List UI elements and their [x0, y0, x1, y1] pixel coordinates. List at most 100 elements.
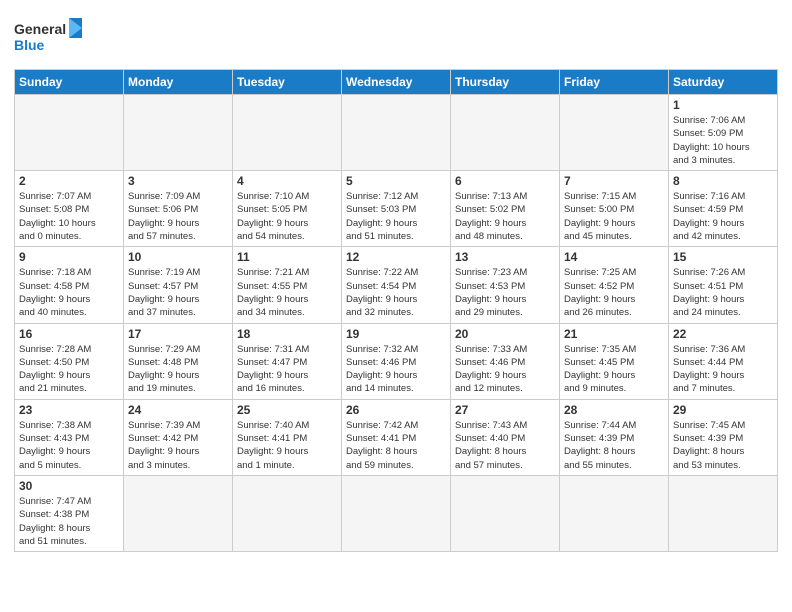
calendar-cell: 9Sunrise: 7:18 AM Sunset: 4:58 PM Daylig…	[15, 247, 124, 323]
calendar-cell	[124, 475, 233, 551]
day-info: Sunrise: 7:13 AM Sunset: 5:02 PM Dayligh…	[455, 190, 555, 243]
day-info: Sunrise: 7:28 AM Sunset: 4:50 PM Dayligh…	[19, 343, 119, 396]
day-info: Sunrise: 7:10 AM Sunset: 5:05 PM Dayligh…	[237, 190, 337, 243]
calendar-cell: 24Sunrise: 7:39 AM Sunset: 4:42 PM Dayli…	[124, 399, 233, 475]
calendar-cell	[233, 95, 342, 171]
day-info: Sunrise: 7:09 AM Sunset: 5:06 PM Dayligh…	[128, 190, 228, 243]
day-number: 2	[19, 174, 119, 188]
week-row-2: 2 Sunrise: 7:07 AM Sunset: 5:08 PM Daylig…	[15, 171, 778, 247]
day-info: Sunrise: 7:07 AM Sunset: 5:08 PM Dayligh…	[19, 190, 119, 243]
day-info: Sunrise: 7:16 AM Sunset: 4:59 PM Dayligh…	[673, 190, 773, 243]
days-of-week-row: SundayMondayTuesdayWednesdayThursdayFrid…	[15, 70, 778, 95]
day-info: Sunrise: 7:44 AM Sunset: 4:39 PM Dayligh…	[564, 419, 664, 472]
day-number: 5	[346, 174, 446, 188]
day-info: Sunrise: 7:26 AM Sunset: 4:51 PM Dayligh…	[673, 266, 773, 319]
calendar-cell: 2 Sunrise: 7:07 AM Sunset: 5:08 PM Daylig…	[15, 171, 124, 247]
svg-text:Blue: Blue	[14, 37, 45, 53]
day-number: 8	[673, 174, 773, 188]
day-header-tuesday: Tuesday	[233, 70, 342, 95]
day-number: 27	[455, 403, 555, 417]
calendar-cell	[560, 95, 669, 171]
day-number: 3	[128, 174, 228, 188]
day-number: 6	[455, 174, 555, 188]
calendar-cell: 25 Sunrise: 7:40 AM Sunset: 4:41 PM Dayli…	[233, 399, 342, 475]
calendar-cell: 3 Sunrise: 7:09 AM Sunset: 5:06 PM Daylig…	[124, 171, 233, 247]
day-header-wednesday: Wednesday	[342, 70, 451, 95]
day-info: Sunrise: 7:23 AM Sunset: 4:53 PM Dayligh…	[455, 266, 555, 319]
calendar-cell: 18 Sunrise: 7:31 AM Sunset: 4:47 PM Dayli…	[233, 323, 342, 399]
day-number: 22	[673, 327, 773, 341]
day-info: Sunrise: 7:32 AM Sunset: 4:46 PM Dayligh…	[346, 343, 446, 396]
calendar-cell: 7 Sunrise: 7:15 AM Sunset: 5:00 PM Daylig…	[560, 171, 669, 247]
day-info: Sunrise: 7:33 AM Sunset: 4:46 PM Dayligh…	[455, 343, 555, 396]
calendar-cell: 20 Sunrise: 7:33 AM Sunset: 4:46 PM Dayli…	[451, 323, 560, 399]
week-row-5: 23 Sunrise: 7:38 AM Sunset: 4:43 PM Dayli…	[15, 399, 778, 475]
day-number: 16	[19, 327, 119, 341]
calendar-cell: 30Sunrise: 7:47 AM Sunset: 4:38 PM Dayli…	[15, 475, 124, 551]
calendar-cell: 17Sunrise: 7:29 AM Sunset: 4:48 PM Dayli…	[124, 323, 233, 399]
day-info: Sunrise: 7:25 AM Sunset: 4:52 PM Dayligh…	[564, 266, 664, 319]
calendar-cell: 23 Sunrise: 7:38 AM Sunset: 4:43 PM Dayli…	[15, 399, 124, 475]
day-number: 14	[564, 250, 664, 264]
day-number: 20	[455, 327, 555, 341]
day-info: Sunrise: 7:29 AM Sunset: 4:48 PM Dayligh…	[128, 343, 228, 396]
calendar-cell: 13 Sunrise: 7:23 AM Sunset: 4:53 PM Dayli…	[451, 247, 560, 323]
calendar-cell: 8 Sunrise: 7:16 AM Sunset: 4:59 PM Daylig…	[669, 171, 778, 247]
calendar-page: General Blue SundayMondayTuesdayWednesda…	[0, 0, 792, 612]
calendar-cell: 22 Sunrise: 7:36 AM Sunset: 4:44 PM Dayli…	[669, 323, 778, 399]
day-number: 25	[237, 403, 337, 417]
calendar-cell	[560, 475, 669, 551]
day-number: 19	[346, 327, 446, 341]
day-info: Sunrise: 7:21 AM Sunset: 4:55 PM Dayligh…	[237, 266, 337, 319]
week-row-4: 16 Sunrise: 7:28 AM Sunset: 4:50 PM Dayli…	[15, 323, 778, 399]
day-info: Sunrise: 7:12 AM Sunset: 5:03 PM Dayligh…	[346, 190, 446, 243]
calendar-cell: 28 Sunrise: 7:44 AM Sunset: 4:39 PM Dayli…	[560, 399, 669, 475]
day-number: 18	[237, 327, 337, 341]
calendar-header: SundayMondayTuesdayWednesdayThursdayFrid…	[15, 70, 778, 95]
calendar-cell	[233, 475, 342, 551]
calendar-cell: 29Sunrise: 7:45 AM Sunset: 4:39 PM Dayli…	[669, 399, 778, 475]
week-row-3: 9Sunrise: 7:18 AM Sunset: 4:58 PM Daylig…	[15, 247, 778, 323]
calendar-cell: 14 Sunrise: 7:25 AM Sunset: 4:52 PM Dayli…	[560, 247, 669, 323]
day-info: Sunrise: 7:39 AM Sunset: 4:42 PM Dayligh…	[128, 419, 228, 472]
day-number: 23	[19, 403, 119, 417]
day-info: Sunrise: 7:19 AM Sunset: 4:57 PM Dayligh…	[128, 266, 228, 319]
calendar-cell	[342, 475, 451, 551]
day-number: 9	[19, 250, 119, 264]
day-number: 26	[346, 403, 446, 417]
day-number: 28	[564, 403, 664, 417]
calendar-cell	[451, 95, 560, 171]
day-number: 7	[564, 174, 664, 188]
day-header-saturday: Saturday	[669, 70, 778, 95]
day-number: 11	[237, 250, 337, 264]
day-info: Sunrise: 7:06 AM Sunset: 5:09 PM Dayligh…	[673, 114, 773, 167]
day-info: Sunrise: 7:35 AM Sunset: 4:45 PM Dayligh…	[564, 343, 664, 396]
calendar-cell	[669, 475, 778, 551]
day-info: Sunrise: 7:45 AM Sunset: 4:39 PM Dayligh…	[673, 419, 773, 472]
day-info: Sunrise: 7:36 AM Sunset: 4:44 PM Dayligh…	[673, 343, 773, 396]
day-number: 10	[128, 250, 228, 264]
header: General Blue	[14, 10, 778, 63]
day-info: Sunrise: 7:22 AM Sunset: 4:54 PM Dayligh…	[346, 266, 446, 319]
day-number: 1	[673, 98, 773, 112]
svg-text:General: General	[14, 21, 66, 37]
calendar-cell: 1 Sunrise: 7:06 AM Sunset: 5:09 PM Daylig…	[669, 95, 778, 171]
day-info: Sunrise: 7:15 AM Sunset: 5:00 PM Dayligh…	[564, 190, 664, 243]
day-info: Sunrise: 7:31 AM Sunset: 4:47 PM Dayligh…	[237, 343, 337, 396]
day-info: Sunrise: 7:38 AM Sunset: 4:43 PM Dayligh…	[19, 419, 119, 472]
week-row-1: 1 Sunrise: 7:06 AM Sunset: 5:09 PM Daylig…	[15, 95, 778, 171]
day-info: Sunrise: 7:42 AM Sunset: 4:41 PM Dayligh…	[346, 419, 446, 472]
day-info: Sunrise: 7:43 AM Sunset: 4:40 PM Dayligh…	[455, 419, 555, 472]
day-header-sunday: Sunday	[15, 70, 124, 95]
day-number: 12	[346, 250, 446, 264]
day-number: 13	[455, 250, 555, 264]
calendar-cell: 6 Sunrise: 7:13 AM Sunset: 5:02 PM Daylig…	[451, 171, 560, 247]
calendar-cell	[451, 475, 560, 551]
logo-area: General Blue	[14, 14, 84, 63]
calendar-cell: 15Sunrise: 7:26 AM Sunset: 4:51 PM Dayli…	[669, 247, 778, 323]
day-header-monday: Monday	[124, 70, 233, 95]
day-info: Sunrise: 7:40 AM Sunset: 4:41 PM Dayligh…	[237, 419, 337, 472]
calendar-cell: 11 Sunrise: 7:21 AM Sunset: 4:55 PM Dayli…	[233, 247, 342, 323]
calendar-cell	[15, 95, 124, 171]
calendar-cell: 12 Sunrise: 7:22 AM Sunset: 4:54 PM Dayli…	[342, 247, 451, 323]
